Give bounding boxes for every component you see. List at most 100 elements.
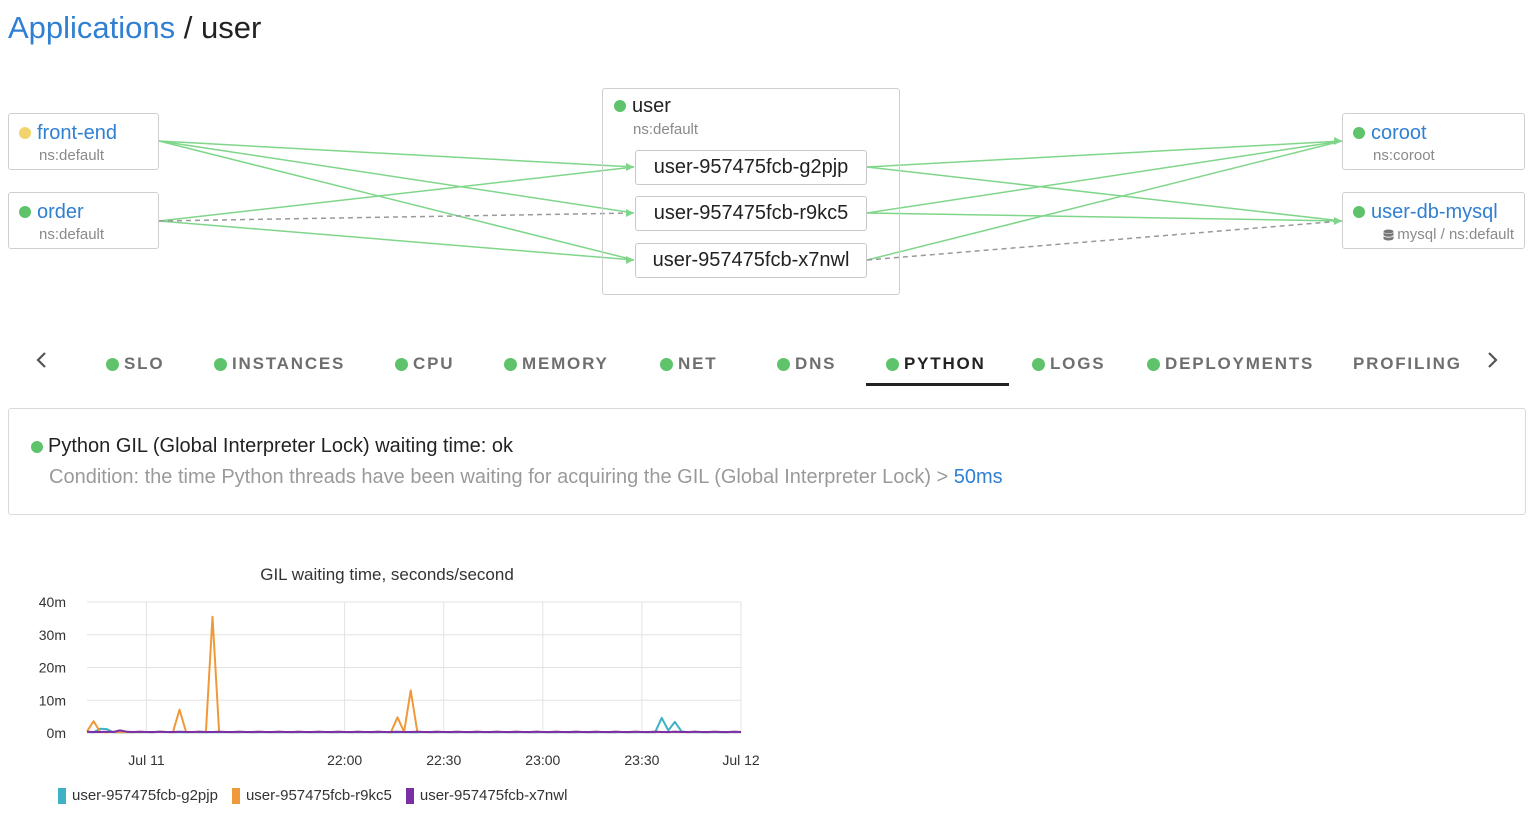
tab-slo[interactable]: SLO (106, 340, 164, 388)
namespace-label: ns:default (39, 226, 105, 243)
legend-swatch (405, 787, 414, 804)
namespace-label: ns:default (633, 121, 699, 138)
series-line (86, 615, 742, 734)
status-ok-icon (777, 357, 790, 371)
namespace-label: ns:default (39, 147, 105, 164)
database-icon (1383, 229, 1395, 240)
map-link (866, 166, 1343, 222)
chart-legend: user-957475fcb-g2pjp user-957475fcb-r9kc5… (58, 787, 567, 804)
instance-node[interactable]: user-957475fcb-r9kc5 (635, 196, 867, 231)
tab-label: LOGS (1050, 354, 1106, 373)
tab-label: NET (678, 354, 718, 373)
map-link (866, 140, 1343, 214)
tab-net[interactable]: NET (660, 340, 717, 388)
tab-deployments[interactable]: DEPLOYMENTS (1147, 340, 1314, 388)
chevron-right-icon[interactable] (1480, 348, 1504, 372)
y-tick-label: 40m (39, 594, 66, 610)
tab-label: DNS (795, 354, 837, 373)
legend-label: user-957475fcb-r9kc5 (245, 787, 392, 804)
x-tick-label: Jul 11 (128, 752, 165, 768)
dependency-node-user-db-mysql[interactable]: user-db-mysql mysql / ns:default (1342, 192, 1525, 249)
map-link-dashed (866, 220, 1343, 261)
dependency-type: mysql / ns:default (1397, 226, 1514, 243)
map-link (158, 140, 635, 261)
instance-node[interactable]: user-957475fcb-g2pjp (635, 150, 867, 185)
tab-label: INSTANCES (232, 354, 346, 373)
status-ok-icon (395, 357, 408, 371)
status-ok-icon (31, 440, 43, 453)
status-ok-icon (19, 206, 31, 218)
dependency-node-coroot[interactable]: coroot ns:coroot (1342, 113, 1525, 170)
map-link (158, 220, 635, 261)
tab-python[interactable]: PYTHON (886, 340, 986, 388)
namespace-label: ns:coroot (1373, 147, 1435, 164)
tab-label: SLO (124, 354, 165, 373)
status-warning-icon (19, 127, 31, 139)
legend-label: user-957475fcb-g2pjp (72, 787, 218, 804)
tab-label: MEMORY (522, 354, 609, 373)
map-link (158, 140, 635, 168)
legend-item[interactable]: user-957475fcb-g2pjp (58, 787, 218, 804)
y-tick-label: 20m (39, 660, 66, 676)
threshold-link[interactable]: 50ms (954, 466, 1003, 488)
status-ok-icon (106, 357, 119, 371)
x-tick-label: Jul 12 (722, 752, 760, 768)
x-tick-label: 23:30 (624, 752, 659, 768)
map-link (158, 166, 635, 222)
tab-memory[interactable]: MEMORY (504, 340, 609, 388)
map-link (158, 140, 635, 214)
map-link (866, 140, 1343, 168)
condition-text: Condition: the time Python threads have … (49, 466, 954, 488)
legend-item[interactable]: user-957475fcb-r9kc5 (231, 787, 392, 804)
x-tick-label: 22:00 (327, 752, 362, 768)
legend-swatch (231, 787, 240, 804)
legend-item[interactable]: user-957475fcb-x7nwl (405, 787, 568, 804)
tab-dns[interactable]: DNS (777, 340, 836, 388)
status-ok-icon (214, 357, 227, 371)
application-node-user: user ns:default user-957475fcb-g2pjp use… (602, 88, 900, 295)
client-node-front-end[interactable]: front-end ns:default (8, 113, 159, 170)
check-card: Python GIL (Global Interpreter Lock) wai… (8, 408, 1526, 515)
status-ok-icon (1032, 357, 1045, 371)
client-node-order[interactable]: order ns:default (8, 192, 159, 249)
legend-label: user-957475fcb-x7nwl (419, 787, 568, 804)
breadcrumb-applications-link[interactable]: Applications (8, 10, 175, 45)
legend-swatch (58, 787, 66, 804)
tab-profiling[interactable]: PROFILING (1353, 340, 1462, 388)
active-tab-indicator (866, 383, 1009, 386)
dependency-link[interactable]: user-db-mysql (1371, 199, 1498, 225)
tab-logs[interactable]: LOGS (1032, 340, 1105, 388)
map-link (866, 212, 1343, 222)
tab-cpu[interactable]: CPU (395, 340, 454, 388)
y-tick-label: 30m (39, 627, 66, 643)
tab-instances[interactable]: INSTANCES (214, 340, 345, 388)
breadcrumb-current: user (201, 10, 262, 45)
status-ok-icon (1353, 127, 1365, 139)
arrow-head (1334, 217, 1342, 225)
breadcrumb: Applications / user (8, 8, 261, 48)
gil-chart: 40m 30m 20m 10m 0m Jul 11 22:00 22:30 23:00 23:30… (39, 594, 760, 768)
dependency-link[interactable]: coroot (1371, 120, 1427, 146)
map-link-dashed (158, 212, 635, 222)
check-title: Python GIL (Global Interpreter Lock) wai… (48, 435, 514, 457)
status-ok-icon (660, 357, 673, 371)
x-tick-label: 22:30 (426, 752, 461, 768)
tab-label: DEPLOYMENTS (1165, 354, 1315, 373)
check-condition: Condition: the time Python threads have … (49, 466, 1003, 489)
client-link[interactable]: order (37, 199, 84, 225)
tab-label: CPU (413, 354, 455, 373)
tab-label: PYTHON (904, 354, 986, 373)
chevron-left-icon[interactable] (30, 348, 54, 372)
namespace-label: mysql / ns:default (1383, 226, 1514, 243)
y-tick-label: 10m (39, 692, 66, 708)
instance-node[interactable]: user-957475fcb-x7nwl (635, 243, 867, 278)
status-ok-icon (886, 357, 899, 371)
tab-bar: SLO INSTANCES CPU MEMORY NET DNS PYTHON … (0, 340, 1536, 388)
status-ok-icon (504, 357, 517, 371)
breadcrumb-separator: / (175, 10, 201, 45)
arrow-head (1334, 137, 1342, 145)
status-ok-icon (1353, 206, 1365, 218)
client-link[interactable]: front-end (37, 120, 117, 146)
x-tick-label: 23:00 (525, 752, 560, 768)
application-name: user (632, 95, 671, 117)
